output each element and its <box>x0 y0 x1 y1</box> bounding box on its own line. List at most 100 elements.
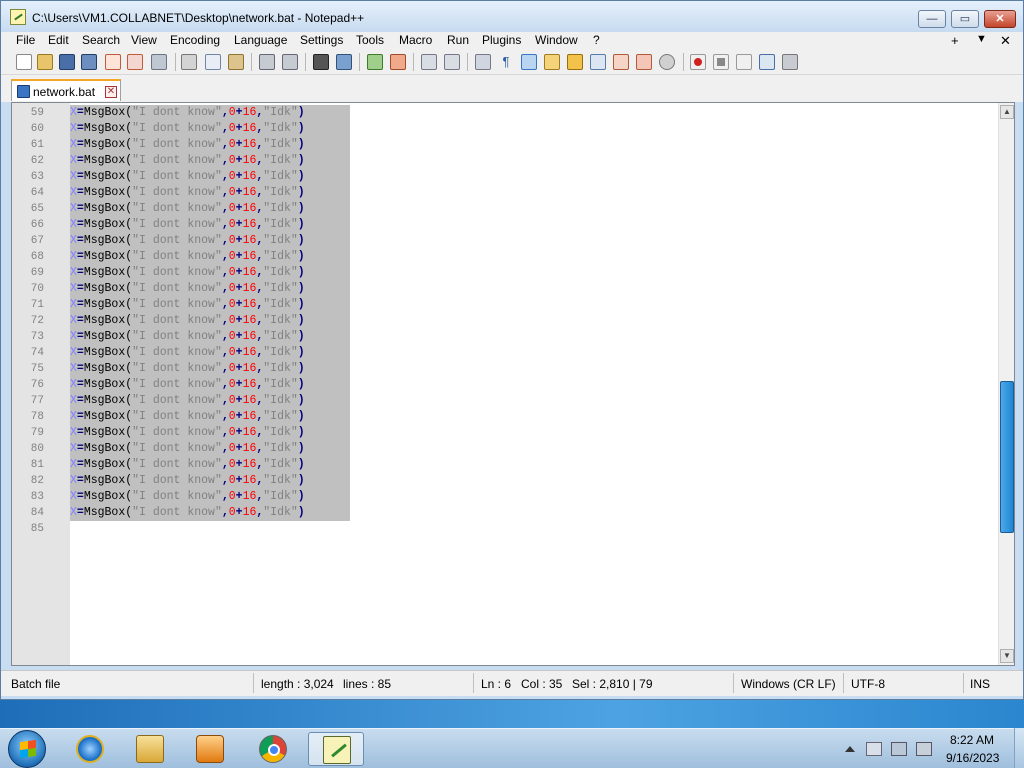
code-line[interactable]: X=MsgBox("I dont know",0+16,"Idk") <box>70 297 350 313</box>
stop-macro-icon[interactable] <box>713 54 729 70</box>
document-map-icon[interactable] <box>544 54 560 70</box>
code-line[interactable]: X=MsgBox("I dont know",0+16,"Idk") <box>70 441 350 457</box>
code-line[interactable]: X=MsgBox("I dont know",0+16,"Idk") <box>70 153 350 169</box>
close-button[interactable]: ✕ <box>984 10 1016 28</box>
undo-icon[interactable] <box>259 54 275 70</box>
clock-time[interactable]: 8:22 AM <box>950 733 994 747</box>
code-line[interactable]: X=MsgBox("I dont know",0+16,"Idk") <box>70 281 350 297</box>
taskbar-media-player[interactable] <box>182 732 238 766</box>
find-icon[interactable] <box>313 54 329 70</box>
status-encoding[interactable]: UTF-8 <box>851 677 885 691</box>
code-line[interactable]: X=MsgBox("I dont know",0+16,"Idk") <box>70 217 350 233</box>
close-all-icon[interactable] <box>127 54 143 70</box>
function-list-icon[interactable] <box>567 54 583 70</box>
menu-plugins[interactable]: Plugins <box>482 33 521 47</box>
show-desktop-button[interactable] <box>1014 728 1024 768</box>
folder-workspace-icon[interactable] <box>590 54 606 70</box>
replace-icon[interactable] <box>336 54 352 70</box>
start-button[interactable] <box>8 730 46 768</box>
print-icon[interactable] <box>151 54 167 70</box>
code-line[interactable]: X=MsgBox("I dont know",0+16,"Idk") <box>70 313 350 329</box>
open-file-icon[interactable] <box>37 54 53 70</box>
taskbar-file-explorer[interactable] <box>122 732 178 766</box>
paste-icon[interactable] <box>228 54 244 70</box>
menu-encoding[interactable]: Encoding <box>170 33 220 47</box>
run-macro-multiple-icon[interactable] <box>759 54 775 70</box>
vertical-scrollbar[interactable]: ▲ ▼ <box>998 103 1014 665</box>
taskbar-internet-explorer[interactable] <box>62 732 118 766</box>
code-line[interactable]: X=MsgBox("I dont know",0+16,"Idk") <box>70 185 350 201</box>
menu-language[interactable]: Language <box>234 33 287 47</box>
tab-list-dropdown-icon[interactable]: ▼ <box>976 33 987 45</box>
code-line[interactable]: X=MsgBox("I dont know",0+16,"Idk") <box>70 201 350 217</box>
show-hidden-icons-icon[interactable] <box>845 746 855 752</box>
menu-window[interactable]: Window <box>535 33 578 47</box>
cut-icon[interactable] <box>181 54 197 70</box>
save-macro-icon[interactable] <box>782 54 798 70</box>
menu-file[interactable]: File <box>16 33 35 47</box>
menu-edit[interactable]: Edit <box>48 33 69 47</box>
code-line[interactable]: X=MsgBox("I dont know",0+16,"Idk") <box>70 409 350 425</box>
maximize-button[interactable]: ▭ <box>951 10 979 28</box>
code-line[interactable]: X=MsgBox("I dont know",0+16,"Idk") <box>70 505 350 521</box>
clock-date[interactable]: 9/16/2023 <box>946 751 999 765</box>
taskbar-chrome[interactable] <box>245 732 301 766</box>
new-tab-plus-icon[interactable]: + <box>951 33 959 48</box>
show-all-characters-icon[interactable]: ¶ <box>498 54 514 70</box>
minimize-button[interactable]: — <box>918 10 946 28</box>
code-line[interactable]: X=MsgBox("I dont know",0+16,"Idk") <box>70 233 350 249</box>
code-line[interactable]: X=MsgBox("I dont know",0+16,"Idk") <box>70 121 350 137</box>
scroll-down-arrow-icon[interactable]: ▼ <box>1000 649 1014 663</box>
taskbar-notepad-plus-plus[interactable] <box>308 732 364 766</box>
menu-view[interactable]: View <box>131 33 157 47</box>
preview-eye-icon[interactable] <box>659 54 675 70</box>
code-line[interactable]: X=MsgBox("I dont know",0+16,"Idk") <box>70 249 350 265</box>
code-line[interactable]: X=MsgBox("I dont know",0+16,"Idk") <box>70 457 350 473</box>
zoom-out-icon[interactable] <box>390 54 406 70</box>
close-file-icon[interactable] <box>105 54 121 70</box>
title-bar[interactable]: C:\Users\VM1.COLLABNET\Desktop\network.b… <box>1 1 1023 33</box>
code-line[interactable]: X=MsgBox("I dont know",0+16,"Idk") <box>70 473 350 489</box>
new-file-icon[interactable] <box>16 54 32 70</box>
code-line[interactable]: X=MsgBox("I dont know",0+16,"Idk") <box>70 265 350 281</box>
close-document-icon[interactable]: ✕ <box>1000 33 1011 49</box>
monitoring-icon[interactable] <box>613 54 629 70</box>
code-line[interactable]: X=MsgBox("I dont know",0+16,"Idk") <box>70 137 350 153</box>
menu-search[interactable]: Search <box>82 33 120 47</box>
action-center-flag-icon[interactable] <box>866 742 882 756</box>
menu-run[interactable]: Run <box>447 33 469 47</box>
save-icon[interactable] <box>59 54 75 70</box>
code-line[interactable]: X=MsgBox("I dont know",0+16,"Idk") <box>70 425 350 441</box>
code-line[interactable]: X=MsgBox("I dont know",0+16,"Idk") <box>70 489 350 505</box>
code-line[interactable]: X=MsgBox("I dont know",0+16,"Idk") <box>70 345 350 361</box>
code-line[interactable]: X=MsgBox("I dont know",0+16,"Idk") <box>70 169 350 185</box>
record-macro-icon[interactable] <box>690 54 706 70</box>
indent-guide-icon[interactable] <box>521 54 537 70</box>
play-macro-icon[interactable] <box>736 54 752 70</box>
save-all-icon[interactable] <box>81 54 97 70</box>
code-line[interactable]: X=MsgBox("I dont know",0+16,"Idk") <box>70 361 350 377</box>
status-eol[interactable]: Windows (CR LF) <box>741 677 836 691</box>
document-list-icon[interactable] <box>636 54 652 70</box>
code-line[interactable]: X=MsgBox("I dont know",0+16,"Idk") <box>70 377 350 393</box>
status-insert-mode[interactable]: INS <box>970 677 990 691</box>
code-line[interactable]: X=MsgBox("I dont know",0+16,"Idk") <box>70 329 350 345</box>
menu-macro[interactable]: Macro <box>399 33 432 47</box>
redo-icon[interactable] <box>282 54 298 70</box>
code-line[interactable]: X=MsgBox("I dont know",0+16,"Idk") <box>70 393 350 409</box>
sync-horizontal-icon[interactable] <box>444 54 460 70</box>
tab-network-bat[interactable]: network.bat ✕ <box>11 79 121 101</box>
code-line[interactable]: X=MsgBox("I dont know",0+16,"Idk") <box>70 105 350 121</box>
menu-settings[interactable]: Settings <box>300 33 343 47</box>
sync-vertical-icon[interactable] <box>421 54 437 70</box>
scroll-thumb[interactable] <box>1000 381 1014 533</box>
code-editor[interactable]: 59 X=MsgBox("I dont know",0+16,"Idk") 60 X=… <box>11 102 1015 666</box>
word-wrap-icon[interactable] <box>475 54 491 70</box>
menu-help[interactable]: ? <box>593 33 600 47</box>
scroll-up-arrow-icon[interactable]: ▲ <box>1000 105 1014 119</box>
volume-muted-icon[interactable] <box>916 742 932 756</box>
menu-tools[interactable]: Tools <box>356 33 384 47</box>
network-icon[interactable] <box>891 742 907 756</box>
copy-icon[interactable] <box>205 54 221 70</box>
tab-close-icon[interactable]: ✕ <box>105 86 117 98</box>
